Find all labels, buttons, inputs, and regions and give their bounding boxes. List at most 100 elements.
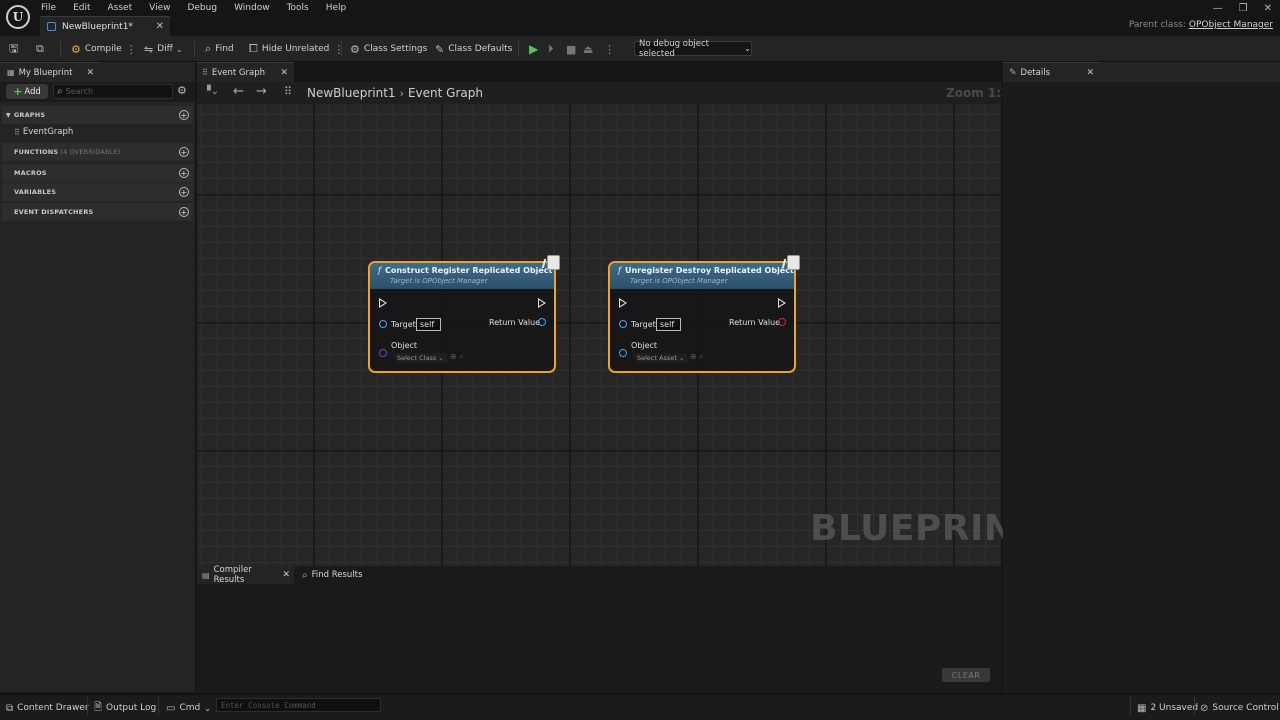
search-input[interactable]	[65, 87, 161, 96]
target-pin[interactable]	[379, 320, 387, 328]
section-variables[interactable]: VARIABLES +	[2, 183, 193, 201]
function-node[interactable]: f Construct Register Replicated Object Ta…	[368, 255, 560, 373]
browse-button[interactable]: ⧉	[36, 36, 48, 62]
return-value-pin[interactable]	[778, 318, 786, 326]
step-icon: ⏵	[548, 42, 554, 55]
add-button[interactable]: + Add	[6, 84, 48, 99]
return-value-label: Return Value	[489, 318, 541, 327]
exec-in-pin[interactable]	[379, 298, 387, 308]
breadcrumb-leaf[interactable]: Event Graph	[408, 86, 483, 100]
close-icon[interactable]: ✕	[282, 570, 290, 580]
document-tab[interactable]: NewBlueprint1* ✕	[40, 16, 170, 36]
console-command-input[interactable]	[221, 700, 376, 710]
breadcrumb-root[interactable]: NewBlueprint1	[307, 86, 396, 100]
class-defaults-button[interactable]: ✎ Class Defaults	[435, 36, 512, 62]
target-self-field[interactable]: self	[656, 318, 681, 331]
add-graph-icon[interactable]: +	[179, 110, 189, 120]
tab-compiler-results[interactable]: ▤ Compiler Results ✕	[197, 565, 294, 585]
play-button[interactable]: ▶	[529, 36, 542, 62]
section-macros[interactable]: MACROS +	[2, 164, 193, 182]
graph-canvas[interactable]	[197, 104, 1001, 566]
tab-my-blueprint[interactable]: ▦ My Blueprint ✕	[0, 62, 100, 82]
close-icon[interactable]: ✕	[1086, 68, 1094, 78]
parent-class-link[interactable]: OPObject Manager	[1189, 20, 1273, 30]
close-window-icon[interactable]: ✕	[1264, 3, 1272, 14]
pencil-icon: ✎	[435, 42, 445, 56]
close-icon[interactable]: ✕	[86, 68, 94, 78]
node-header: f Construct Register Replicated Object Ta…	[370, 263, 554, 289]
browse-search-icon[interactable]: ⊕ ⌕	[450, 352, 464, 362]
object-pin[interactable]	[619, 349, 627, 357]
console-icon: ▭	[166, 702, 176, 714]
return-value-pin[interactable]	[538, 318, 546, 326]
unsaved-button[interactable]: ▦ 2 Unsaved	[1137, 695, 1198, 720]
menu-file[interactable]: File	[41, 3, 56, 13]
add-function-icon[interactable]: +	[179, 147, 189, 157]
content-drawer-button[interactable]: ⧉ Content Drawer	[6, 695, 89, 720]
play-options-button[interactable]: ⋮	[600, 36, 615, 62]
console-command-field[interactable]	[216, 698, 381, 712]
source-control-button[interactable]: ⊘ Source Control	[1200, 695, 1279, 720]
target-pin[interactable]	[619, 320, 627, 328]
section-event-dispatchers[interactable]: EVENT DISPATCHERS +	[2, 203, 193, 221]
class-settings-button[interactable]: ⚙ Class Settings	[350, 36, 427, 62]
add-event-dispatcher-icon[interactable]: +	[179, 207, 189, 217]
debug-object-select[interactable]: No debug object selected ⌄	[634, 39, 752, 59]
select-asset-dropdown[interactable]: Select Asset ⌄	[634, 353, 688, 363]
back-arrow-icon[interactable]: ←	[233, 84, 244, 99]
clear-button[interactable]: CLEAR	[942, 668, 990, 682]
menu-window[interactable]: Window	[234, 3, 270, 13]
target-self-field[interactable]: self	[416, 318, 441, 331]
output-log-button[interactable]: 🗎 Output Log	[94, 695, 156, 720]
add-variable-icon[interactable]: +	[179, 187, 189, 197]
menu-help[interactable]: Help	[326, 3, 347, 13]
menu-debug[interactable]: Debug	[187, 3, 217, 13]
minimize-icon[interactable]: —	[1213, 3, 1223, 14]
hide-unrelated-label: Hide Unrelated	[261, 44, 330, 54]
bottom-panel	[197, 566, 1001, 692]
bookmark-icon[interactable]: ▝⌄	[203, 86, 219, 97]
browse-search-icon[interactable]: ⊕ ⌕	[690, 352, 704, 362]
function-node[interactable]: f Unregister Destroy Replicated Object Ta…	[608, 255, 800, 373]
step-button[interactable]: ⏵	[548, 36, 558, 62]
hide-unrelated-button[interactable]: ⧠ Hide Unrelated ⋮	[249, 36, 344, 62]
compile-button[interactable]: ⚙ Compile ⋮	[71, 36, 137, 62]
close-tab-icon[interactable]: ✕	[156, 21, 164, 32]
menu-asset[interactable]: Asset	[108, 3, 133, 13]
restore-icon[interactable]: ❐	[1239, 3, 1248, 14]
exec-in-pin[interactable]	[619, 298, 627, 308]
select-class-dropdown[interactable]: Select Class ⌄	[394, 353, 447, 363]
eject-button[interactable]: ⏏	[583, 36, 597, 62]
search-icon: ⌕	[302, 569, 308, 581]
menu-view[interactable]: View	[149, 3, 170, 13]
graph-icon: ⠿	[14, 127, 20, 137]
gear-icon[interactable]: ⚙	[177, 84, 187, 97]
plus-icon: +	[13, 85, 23, 98]
compile-options-icon[interactable]: ⋮	[126, 43, 137, 56]
search-field[interactable]: ⌕	[53, 84, 173, 99]
object-label: Object	[631, 341, 658, 350]
hide-unrelated-options-icon[interactable]: ⋮	[333, 43, 344, 56]
tab-event-graph[interactable]: ⠿ Event Graph ✕	[197, 62, 294, 82]
exec-out-pin[interactable]	[778, 298, 786, 308]
section-graphs[interactable]: ▼ GRAPHS +	[2, 106, 193, 124]
unreal-logo-icon[interactable]: U	[6, 5, 30, 29]
menu-edit[interactable]: Edit	[73, 3, 90, 13]
find-button[interactable]: ⌕ Find	[205, 36, 234, 62]
source-control-icon: ⊘	[1200, 702, 1209, 714]
forward-arrow-icon[interactable]: →	[256, 84, 267, 99]
exec-out-pin[interactable]	[538, 298, 546, 308]
tab-details[interactable]: ✎ Details ✕	[1003, 62, 1100, 82]
list-item-eventgraph[interactable]: ⠿ EventGraph	[14, 126, 73, 138]
diff-button[interactable]: ⇋ Diff ⌄	[144, 36, 187, 62]
object-class-pin[interactable]	[379, 349, 387, 357]
save-button[interactable]: 🖫	[9, 36, 22, 62]
tab-find-results[interactable]: ⌕ Find Results	[300, 566, 362, 584]
section-functions[interactable]: FUNCTIONS (4 OVERRIDABLE) +	[2, 143, 193, 161]
menu-tools[interactable]: Tools	[287, 3, 309, 13]
cmd-dropdown[interactable]: ▭ Cmd ⌄	[166, 695, 211, 720]
add-macro-icon[interactable]: +	[179, 168, 189, 178]
close-icon[interactable]: ✕	[280, 68, 288, 78]
stop-button[interactable]: ■	[566, 36, 580, 62]
replicated-badge-icon	[787, 255, 800, 270]
